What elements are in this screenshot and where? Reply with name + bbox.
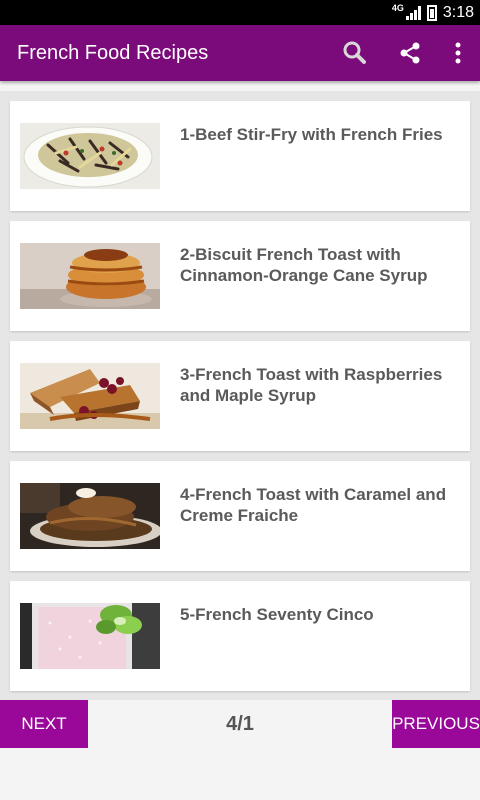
recipe-card-1[interactable]: 1-Beef Stir-Fry with French Fries xyxy=(10,101,470,211)
recipe-thumbnail xyxy=(20,243,160,309)
recipe-list: 1-Beef Stir-Fry with French Fries 2-Bisc… xyxy=(0,91,480,700)
status-indicators: 4G 3:18 xyxy=(392,0,474,25)
next-button[interactable]: NEXT xyxy=(0,700,88,748)
recipe-card-3[interactable]: 3-French Toast with Raspberries and Mapl… xyxy=(10,341,470,451)
previous-button[interactable]: PREVIOUS xyxy=(392,700,480,748)
recipe-title: 1-Beef Stir-Fry with French Fries xyxy=(180,125,443,144)
recipe-thumbnail xyxy=(20,123,160,189)
recipe-card-5[interactable]: 5-French Seventy Cinco xyxy=(10,581,470,691)
app-bar: French Food Recipes xyxy=(0,25,480,81)
recipe-title: 4-French Toast with Caramel and Creme Fr… xyxy=(180,485,447,525)
pagination-bar: NEXT 4/1 PREVIOUS xyxy=(0,700,480,800)
recipe-title: 2-Biscuit French Toast with Cinnamon-Ora… xyxy=(180,245,428,285)
share-button[interactable] xyxy=(390,25,430,81)
share-icon xyxy=(400,42,420,64)
recipe-thumbnail xyxy=(20,603,160,669)
status-bar: 4G 3:18 xyxy=(0,0,480,25)
recipe-title: 5-French Seventy Cinco xyxy=(180,605,374,624)
signal-icon xyxy=(405,5,421,20)
recipe-title: 3-French Toast with Raspberries and Mapl… xyxy=(180,365,443,405)
recipe-thumbnail xyxy=(20,363,160,429)
search-icon xyxy=(343,41,366,64)
search-button[interactable] xyxy=(335,25,375,81)
overflow-menu-button[interactable] xyxy=(438,25,478,81)
recipe-thumbnail xyxy=(20,483,160,549)
page-indicator: 4/1 xyxy=(226,712,254,735)
network-type: 4G xyxy=(391,2,404,13)
recipe-card-4[interactable]: 4-French Toast with Caramel and Creme Fr… xyxy=(10,461,470,571)
app-title: French Food Recipes xyxy=(17,42,209,64)
recipe-card-2[interactable]: 2-Biscuit French Toast with Cinnamon-Ora… xyxy=(10,221,470,331)
battery-icon xyxy=(426,4,437,21)
clock: 3:18 xyxy=(442,3,474,21)
more-vert-icon xyxy=(455,42,461,64)
